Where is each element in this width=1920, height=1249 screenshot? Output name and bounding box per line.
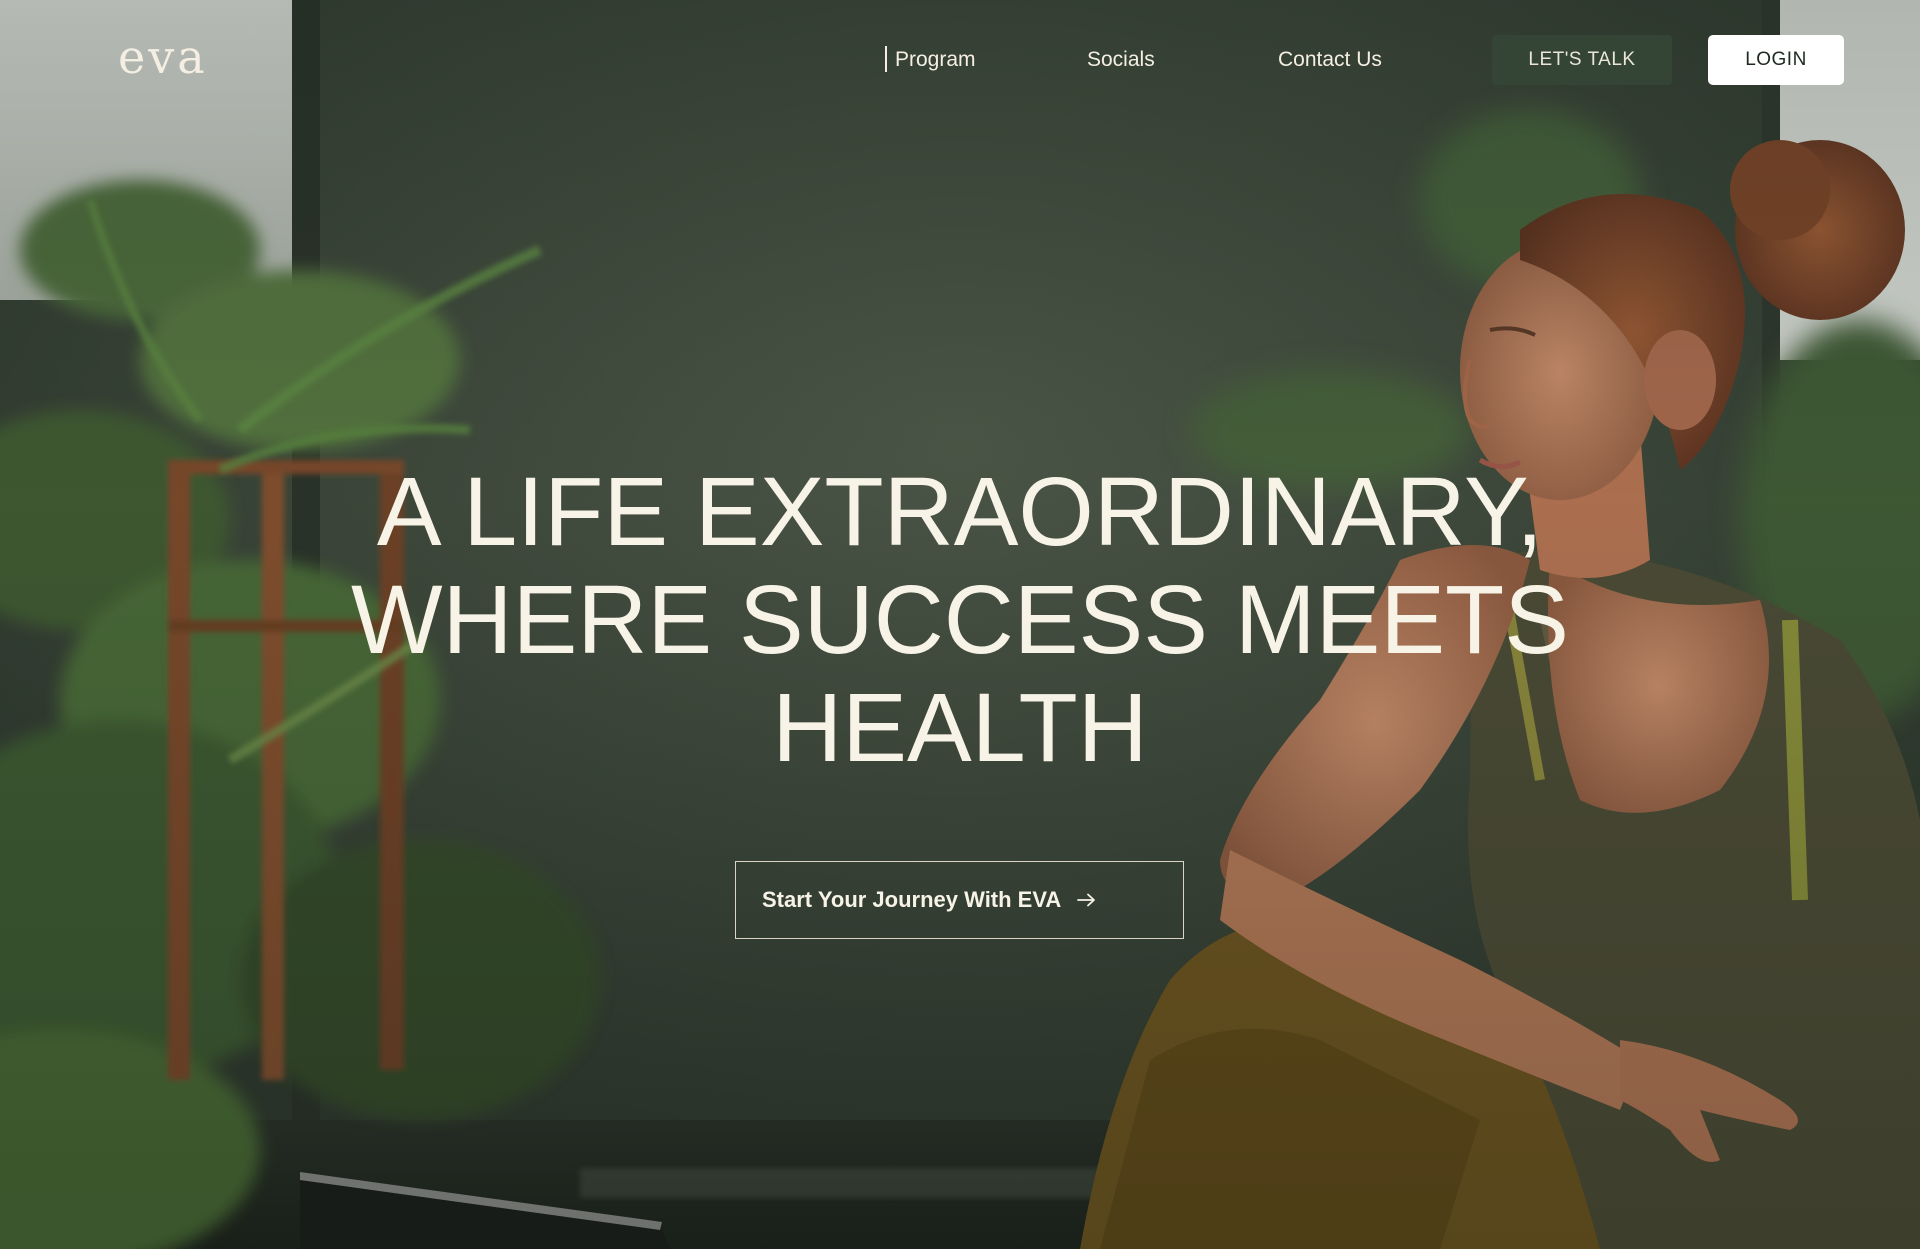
hero-headline: A LIFE EXTRAORDINARY, WHERE SUCCESS MEET… (300, 458, 1620, 782)
start-journey-label: Start Your Journey With EVA (762, 887, 1062, 912)
hero-headline-line: A LIFE EXTRAORDINARY, (376, 457, 1544, 566)
nav-link-socials[interactable]: Socials (1087, 48, 1155, 72)
hero-section: eva Program Socials Contact Us LET'S TAL… (0, 0, 1920, 1249)
start-journey-button[interactable]: Start Your Journey With EVA (735, 861, 1184, 939)
hero-headline-line: WHERE SUCCESS MEETS (350, 565, 1570, 674)
brand-logo[interactable]: eva (118, 30, 208, 84)
hero-headline-line: HEALTH (772, 673, 1148, 782)
login-button[interactable]: LOGIN (1708, 35, 1844, 85)
nav-link-program[interactable]: Program (895, 48, 976, 72)
nav-divider (885, 46, 887, 72)
nav-link-contact-us[interactable]: Contact Us (1278, 48, 1382, 72)
arrow-right-icon (1077, 887, 1097, 913)
lets-talk-button[interactable]: LET'S TALK (1492, 35, 1672, 85)
